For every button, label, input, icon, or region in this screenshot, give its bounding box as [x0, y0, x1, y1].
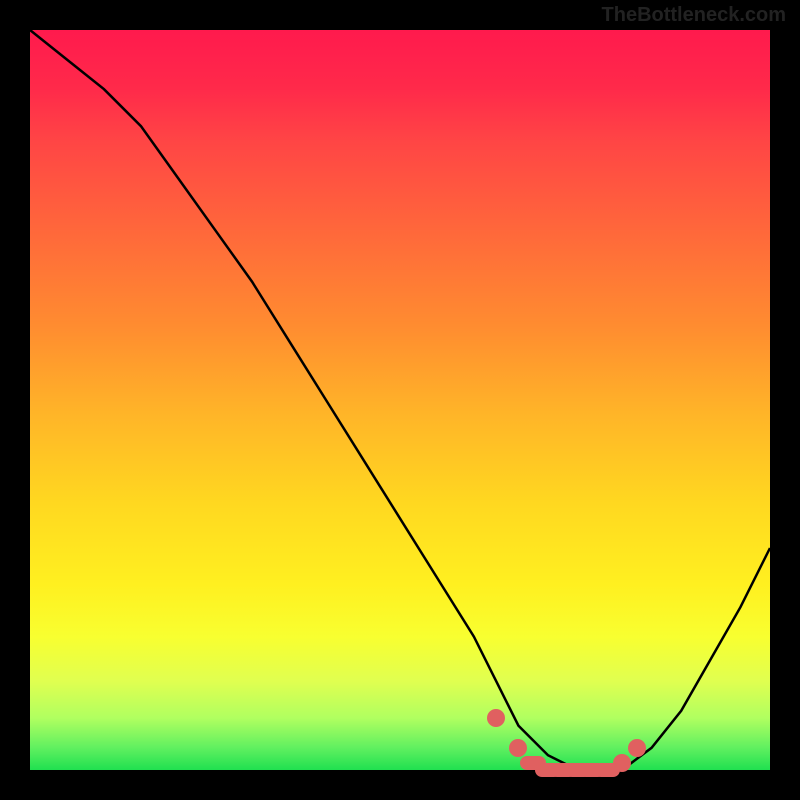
marker-dot: [613, 754, 631, 772]
plot-area: [30, 30, 770, 770]
marker-dot: [487, 709, 505, 727]
marker-dot: [628, 739, 646, 757]
optimal-region-dots: [30, 30, 770, 770]
marker-dot: [509, 739, 527, 757]
watermark-text: TheBottleneck.com: [602, 4, 786, 27]
